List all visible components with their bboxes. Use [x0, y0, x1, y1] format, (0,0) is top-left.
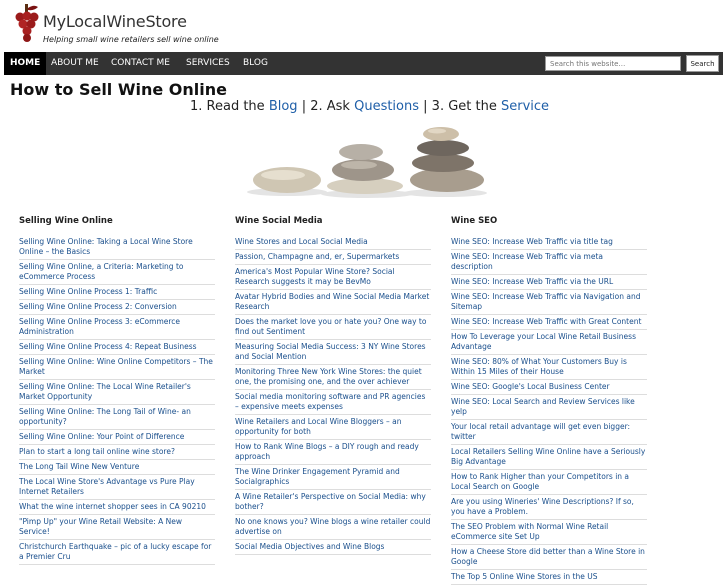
column-heading: Selling Wine Online — [19, 216, 113, 226]
main-navigation: HOME ABOUT ME CONTACT ME SERVICES BLOG S… — [4, 52, 723, 75]
article-link[interactable]: Wine SEO: Local Search and Review Servic… — [451, 395, 647, 420]
article-link[interactable]: Wine Stores and Local Social Media — [235, 235, 431, 250]
article-link[interactable]: Wine SEO: 80% of What Your Customers Buy… — [451, 355, 647, 380]
article-link[interactable]: Social Media Objectives and Wine Blogs — [235, 540, 431, 555]
nav-item-about-me[interactable]: ABOUT ME — [45, 52, 105, 75]
article-link[interactable]: Selling Wine Online: Your Point of Diffe… — [19, 430, 215, 445]
article-link[interactable]: A Wine Retailer's Perspective on Social … — [235, 490, 431, 515]
article-link[interactable]: No one knows you? Wine blogs a wine reta… — [235, 515, 431, 540]
column-wine-social-media: Wine Social Media Wine Stores and Local … — [235, 216, 431, 555]
article-link[interactable]: Selling Wine Online Process 2: Conversio… — [19, 300, 215, 315]
article-link[interactable]: Wine SEO: Increase Web Traffic via the U… — [451, 275, 647, 290]
article-link[interactable]: How to Rank Wine Blogs – a DIY rough and… — [235, 440, 431, 465]
site-title[interactable]: MyLocalWineStore — [43, 12, 187, 31]
article-link[interactable]: Selling Wine Online, a Criteria: Marketi… — [19, 260, 215, 285]
column-selling-wine-online: Selling Wine Online Selling Wine Online:… — [19, 216, 215, 565]
column-wine-seo: Wine SEO Wine SEO: Increase Web Traffic … — [451, 216, 647, 585]
article-link[interactable]: Selling Wine Online Process 4: Repeat Bu… — [19, 340, 215, 355]
site-header: MyLocalWineStore Helping small wine reta… — [0, 0, 727, 52]
article-link[interactable]: Passion, Champagne and, er, Supermarkets — [235, 250, 431, 265]
article-link[interactable]: Wine SEO: Google's Local Business Center — [451, 380, 647, 395]
article-link[interactable]: Selling Wine Online: The Local Wine Reta… — [19, 380, 215, 405]
article-link[interactable]: Selling Wine Online Process 1: Traffic — [19, 285, 215, 300]
steps-tagline: 1. Read the Blog | 2. Ask Questions | 3.… — [190, 99, 549, 114]
search-button[interactable]: Search — [686, 55, 719, 72]
article-link[interactable]: Wine SEO: Increase Web Traffic via title… — [451, 235, 647, 250]
article-link[interactable]: "Pimp Up" your Wine Retail Website: A Ne… — [19, 515, 215, 540]
article-link[interactable]: Your local retail advantage will get eve… — [451, 420, 647, 445]
blog-link[interactable]: Blog — [269, 99, 298, 114]
nav-item-services[interactable]: SERVICES — [180, 52, 236, 75]
article-link[interactable]: Social media monitoring software and PR … — [235, 390, 431, 415]
service-link[interactable]: Service — [501, 99, 549, 114]
article-link[interactable]: The Top 5 Online Wine Stores in the US — [451, 570, 647, 585]
nav-item-blog[interactable]: BLOG — [237, 52, 274, 75]
steps-text-3: | 3. Get the — [423, 99, 497, 114]
article-link[interactable]: Measuring Social Media Success: 3 NY Win… — [235, 340, 431, 365]
article-link[interactable]: Wine SEO: Increase Web Traffic via meta … — [451, 250, 647, 275]
article-link[interactable]: Selling Wine Online Process 3: eCommerce… — [19, 315, 215, 340]
article-link[interactable]: Selling Wine Online: The Long Tail of Wi… — [19, 405, 215, 430]
article-link[interactable]: How a Cheese Store did better than a Win… — [451, 545, 647, 570]
article-link[interactable]: Wine Retailers and Local Wine Bloggers –… — [235, 415, 431, 440]
column-heading: Wine Social Media — [235, 216, 323, 226]
article-link[interactable]: Monitoring Three New York Wine Stores: t… — [235, 365, 431, 390]
article-link[interactable]: Avatar Hybrid Bodies and Wine Social Med… — [235, 290, 431, 315]
article-link[interactable]: Wine SEO: Increase Web Traffic via Navig… — [451, 290, 647, 315]
stacked-stones-image — [247, 127, 487, 198]
steps-text-2: | 2. Ask — [301, 99, 350, 114]
article-link[interactable]: How To Leverage your Local Wine Retail B… — [451, 330, 647, 355]
article-link[interactable]: The Local Wine Store's Advantage vs Pure… — [19, 475, 215, 500]
article-link[interactable]: Are you using Wineries' Wine Description… — [451, 495, 647, 520]
site-tagline: Helping small wine retailers sell wine o… — [43, 35, 219, 44]
nav-item-contact-me[interactable]: CONTACT ME — [105, 52, 176, 75]
article-link[interactable]: Selling Wine Online: Wine Online Competi… — [19, 355, 215, 380]
nav-item-home[interactable]: HOME — [4, 52, 47, 75]
article-link[interactable]: Does the market love you or hate you? On… — [235, 315, 431, 340]
questions-link[interactable]: Questions — [354, 99, 419, 114]
article-link[interactable]: Plan to start a long tail online wine st… — [19, 445, 215, 460]
wine-grapes-logo-icon[interactable] — [14, 3, 40, 43]
article-link[interactable]: Selling Wine Online: Taking a Local Wine… — [19, 235, 215, 260]
search-input[interactable] — [545, 56, 681, 71]
article-link[interactable]: The SEO Problem with Normal Wine Retail … — [451, 520, 647, 545]
article-link[interactable]: The Long Tail Wine New Venture — [19, 460, 215, 475]
article-link[interactable]: Local Retailers Selling Wine Online have… — [451, 445, 647, 470]
column-heading: Wine SEO — [451, 216, 498, 226]
article-link[interactable]: How to Rank Higher than your Competitors… — [451, 470, 647, 495]
article-link[interactable]: America's Most Popular Wine Store? Socia… — [235, 265, 431, 290]
steps-text-1: 1. Read the — [190, 99, 265, 114]
article-link[interactable]: What the wine internet shopper sees in C… — [19, 500, 215, 515]
article-link[interactable]: Wine SEO: Increase Web Traffic with Grea… — [451, 315, 647, 330]
article-link[interactable]: Christchurch Earthquake – pic of a lucky… — [19, 540, 215, 565]
page-title: How to Sell Wine Online — [10, 80, 228, 99]
article-link[interactable]: The Wine Drinker Engagement Pyramid and … — [235, 465, 431, 490]
